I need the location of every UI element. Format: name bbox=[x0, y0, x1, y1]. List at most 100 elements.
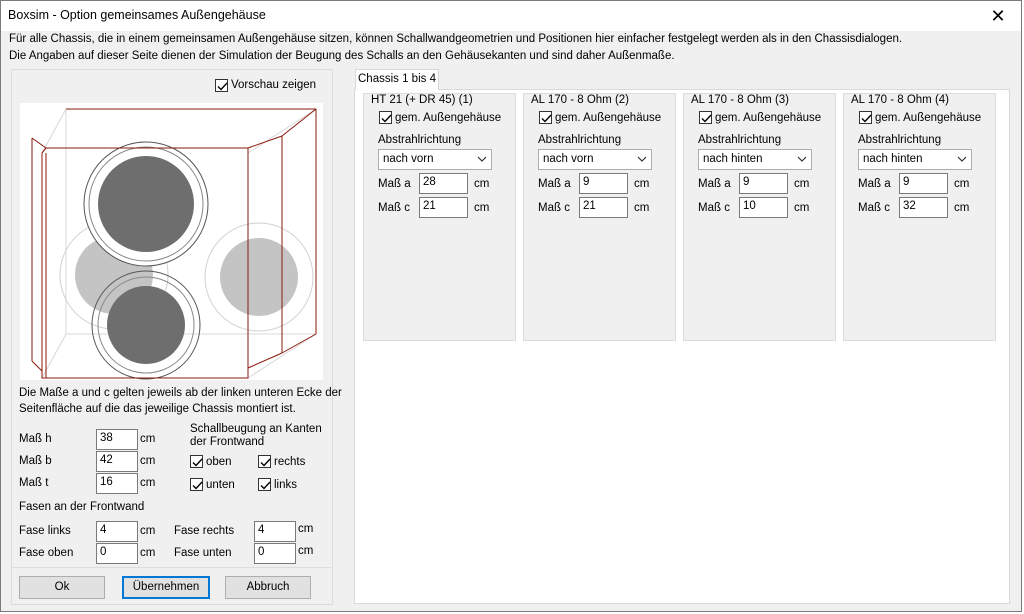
chassis-1-c-input[interactable]: 21 bbox=[419, 197, 468, 218]
checkmark-icon bbox=[701, 114, 712, 123]
chassis-3-title: AL 170 - 8 Ohm (3) bbox=[690, 94, 791, 106]
chassis-2-direction-select[interactable]: nach vorn bbox=[538, 149, 652, 170]
chassis-3-direction-label: Abstrahlrichtung bbox=[698, 134, 782, 146]
intro-line-1: Für alle Chassis, die in einem gemeinsam… bbox=[9, 33, 903, 45]
chassis-4-c-input[interactable]: 32 bbox=[899, 197, 948, 218]
tab-chassis-1-4[interactable]: Chassis 1 bis 4 bbox=[355, 69, 439, 90]
chamfer-left-input[interactable]: 4 bbox=[96, 521, 138, 542]
chamfer-right-label: Fase rechts bbox=[174, 525, 235, 537]
chassis-2-direction-label: Abstrahlrichtung bbox=[538, 134, 622, 146]
chassis-1-a-unit: cm bbox=[474, 178, 490, 190]
chassis-3-direction-select[interactable]: nach hinten bbox=[698, 149, 812, 170]
dim-b-input[interactable]: 42 bbox=[96, 451, 138, 472]
checkmark-icon bbox=[541, 114, 552, 123]
chassis-4-shared-label: gem. Außengehäuse bbox=[875, 112, 982, 124]
checkmark-icon bbox=[192, 458, 203, 467]
chassis-4-shared-checkbox[interactable] bbox=[859, 111, 872, 124]
chassis-3-direction-value: nach hinten bbox=[703, 153, 763, 165]
edge-left-checkbox[interactable] bbox=[258, 478, 271, 491]
chassis-1-c-label: Maß c bbox=[378, 202, 410, 214]
chamfer-bottom-unit: cm bbox=[298, 545, 314, 557]
preview-checkbox[interactable] bbox=[215, 79, 228, 92]
chassis-3-c-unit: cm bbox=[794, 202, 810, 214]
chassis-4-c-label: Maß c bbox=[858, 202, 890, 214]
chamfer-top-input[interactable]: 0 bbox=[96, 543, 138, 564]
chassis-1-a-label: Maß a bbox=[378, 178, 411, 190]
cancel-button[interactable]: Abbruch bbox=[225, 576, 311, 599]
chassis-1-direction-select[interactable]: nach vorn bbox=[378, 149, 492, 170]
chamfer-bottom-input[interactable]: 0 bbox=[254, 543, 296, 564]
note-line-1: Die Maße a und c gelten jeweils ab der l… bbox=[19, 387, 342, 399]
edge-right-checkbox[interactable] bbox=[258, 455, 271, 468]
edge-right-label: rechts bbox=[274, 456, 306, 468]
dim-t-input[interactable]: 16 bbox=[96, 473, 138, 494]
chassis-1-direction-label: Abstrahlrichtung bbox=[378, 134, 462, 146]
checkmark-icon bbox=[217, 82, 228, 91]
chassis-3-shared-checkbox[interactable] bbox=[699, 111, 712, 124]
chassis-2-a-label: Maß a bbox=[538, 178, 571, 190]
intro-line-2: Die Angaben auf dieser Seite dienen der … bbox=[9, 50, 675, 62]
chassis-1-title: HT 21 (+ DR 45) (1) bbox=[370, 94, 474, 106]
chassis-1-shared-label: gem. Außengehäuse bbox=[395, 112, 502, 124]
chassis-2-a-unit: cm bbox=[634, 178, 650, 190]
chassis-1-direction-value: nach vorn bbox=[383, 153, 434, 165]
chassis-2-direction-value: nach vorn bbox=[543, 153, 594, 165]
edge-bottom-checkbox[interactable] bbox=[190, 478, 203, 491]
chassis-4-a-input[interactable]: 9 bbox=[899, 173, 948, 194]
chassis-2-c-unit: cm bbox=[634, 202, 650, 214]
chassis-3-c-label: Maß c bbox=[698, 202, 730, 214]
chassis-4-direction-select[interactable]: nach hinten bbox=[858, 149, 972, 170]
chassis-2-c-label: Maß c bbox=[538, 202, 570, 214]
chamfer-top-unit: cm bbox=[140, 547, 156, 559]
chassis-4-a-label: Maß a bbox=[858, 178, 891, 190]
chassis-4-c-unit: cm bbox=[954, 202, 970, 214]
chevron-down-icon bbox=[957, 156, 967, 162]
apply-button[interactable]: Übernehmen bbox=[122, 576, 210, 599]
chamfer-bottom-label: Fase unten bbox=[174, 547, 232, 559]
chassis-3-a-input[interactable]: 9 bbox=[739, 173, 788, 194]
chassis-4-direction-label: Abstrahlrichtung bbox=[858, 134, 942, 146]
dialog-window: Boxsim - Option gemeinsames Außengehäuse… bbox=[0, 0, 1022, 612]
chassis-3-c-input[interactable]: 10 bbox=[739, 197, 788, 218]
enclosure-preview bbox=[20, 103, 323, 380]
edge-bottom-label: unten bbox=[206, 479, 235, 491]
checkmark-icon bbox=[192, 481, 203, 490]
close-button[interactable]: ✕ bbox=[975, 1, 1021, 31]
note-line-2: Seitenfläche auf die das jeweilige Chass… bbox=[19, 403, 296, 415]
edge-top-label: oben bbox=[206, 456, 232, 468]
chamfer-left-label: Fase links bbox=[19, 525, 71, 537]
dim-h-input[interactable]: 38 bbox=[96, 429, 138, 450]
dim-t-unit: cm bbox=[140, 477, 156, 489]
chevron-down-icon bbox=[797, 156, 807, 162]
ok-button[interactable]: Ok bbox=[19, 576, 105, 599]
checkmark-icon bbox=[260, 458, 271, 467]
enclosure-drawing bbox=[31, 108, 317, 380]
diffraction-heading-1: Schallbeugung an Kanten bbox=[190, 423, 322, 435]
edge-top-checkbox[interactable] bbox=[190, 455, 203, 468]
edge-left-label: links bbox=[274, 479, 298, 491]
chassis-4-a-unit: cm bbox=[954, 178, 970, 190]
chamfer-right-input[interactable]: 4 bbox=[254, 521, 296, 542]
chassis-1-shared-checkbox[interactable] bbox=[379, 111, 392, 124]
chassis-2-title: AL 170 - 8 Ohm (2) bbox=[530, 94, 631, 106]
title-bar: Boxsim - Option gemeinsames Außengehäuse… bbox=[1, 1, 1021, 31]
chamfer-heading: Fasen an der Frontwand bbox=[19, 501, 145, 513]
checkmark-icon bbox=[861, 114, 872, 123]
dim-h-unit: cm bbox=[140, 433, 156, 445]
chassis-3-shared-label: gem. Außengehäuse bbox=[715, 112, 822, 124]
checkmark-icon bbox=[260, 481, 271, 490]
preview-label: Vorschau zeigen bbox=[231, 79, 317, 91]
dim-h-label: Maß h bbox=[19, 433, 52, 445]
dim-b-unit: cm bbox=[140, 455, 156, 467]
diffraction-heading-2: der Frontwand bbox=[190, 436, 265, 448]
chevron-down-icon bbox=[477, 156, 487, 162]
chassis-2-a-input[interactable]: 9 bbox=[579, 173, 628, 194]
chassis-1-a-input[interactable]: 28 bbox=[419, 173, 468, 194]
chamfer-right-unit: cm bbox=[298, 523, 314, 535]
chassis-2-c-input[interactable]: 21 bbox=[579, 197, 628, 218]
checkmark-icon bbox=[381, 114, 392, 123]
chassis-2-shared-checkbox[interactable] bbox=[539, 111, 552, 124]
chassis-3-a-unit: cm bbox=[794, 178, 810, 190]
dim-b-label: Maß b bbox=[19, 455, 52, 467]
rear-driver-2 bbox=[204, 222, 314, 332]
